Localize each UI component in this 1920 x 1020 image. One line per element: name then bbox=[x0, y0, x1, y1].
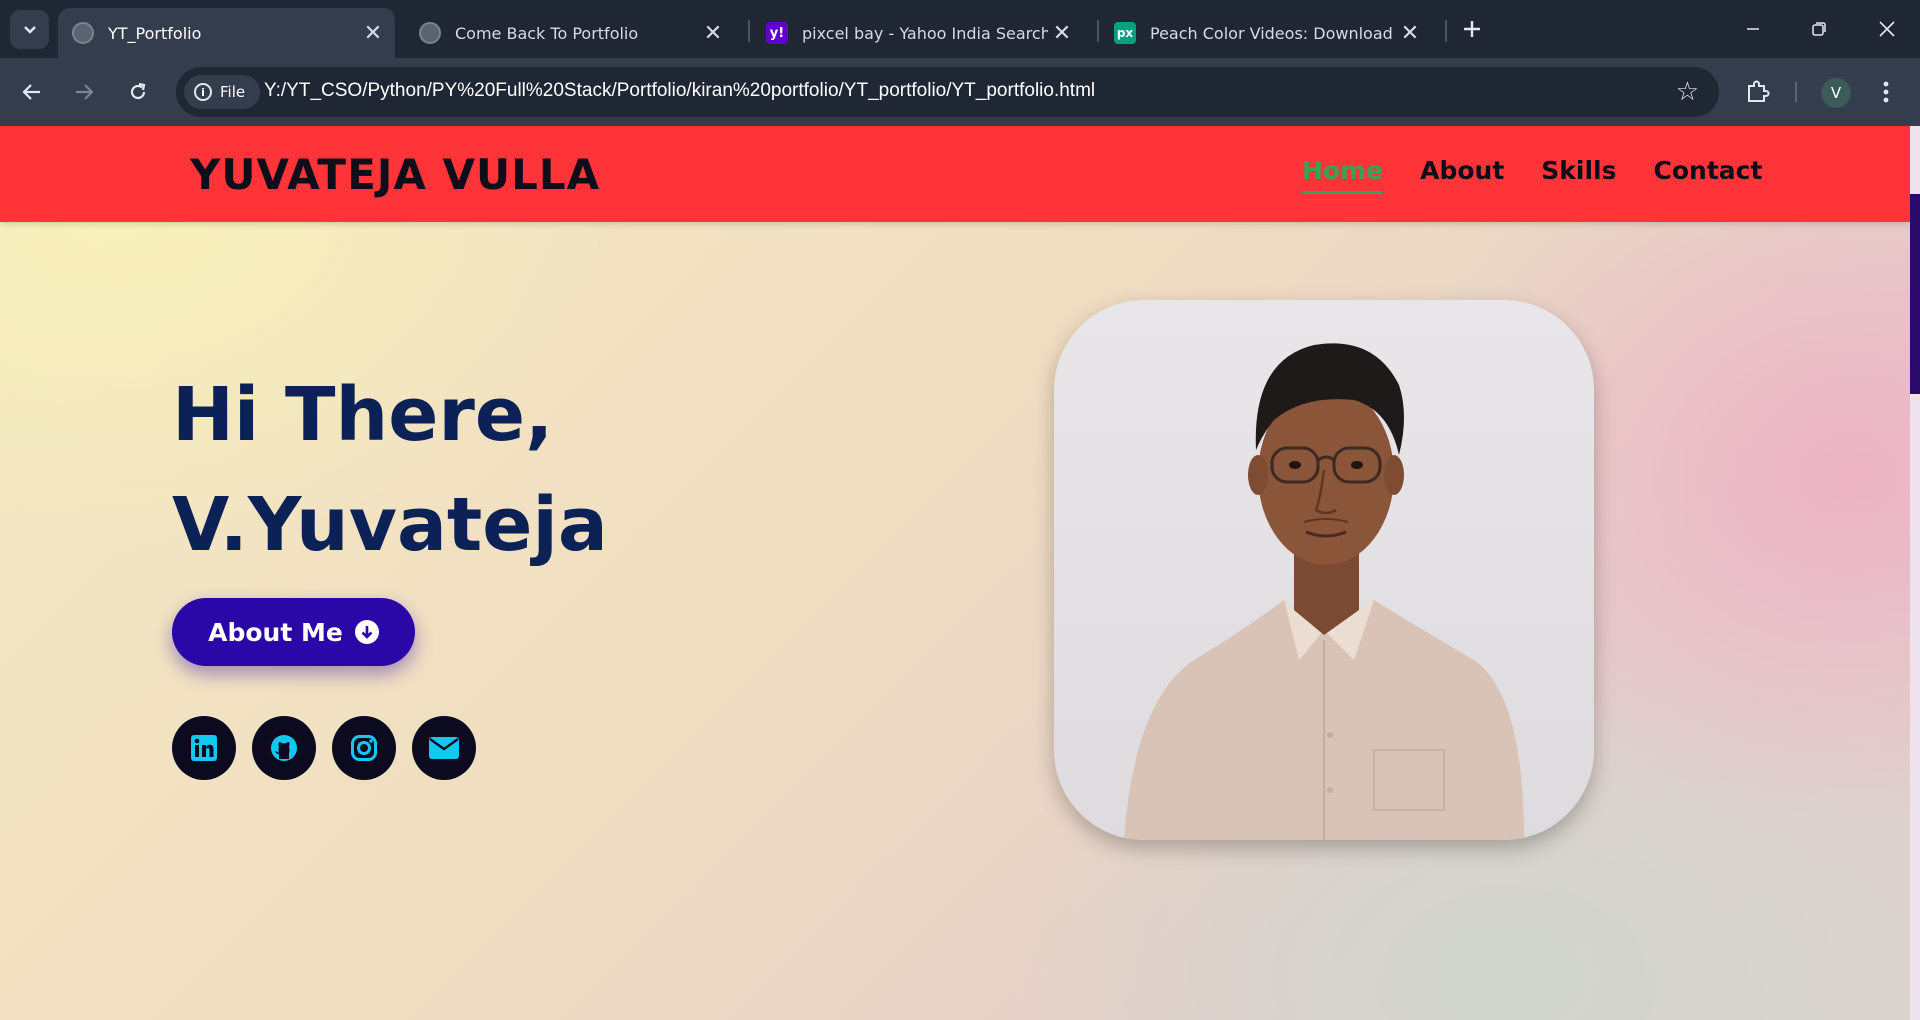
reload-icon bbox=[130, 82, 146, 100]
tab-separator bbox=[748, 20, 750, 42]
site-header: YUVATEJA VULLA Home About Skills Contact bbox=[0, 126, 1910, 222]
nav-about[interactable]: About bbox=[1420, 156, 1504, 194]
forward-button[interactable] bbox=[64, 72, 104, 112]
tab-yt-portfolio[interactable]: YT_Portfolio ✕ bbox=[58, 8, 395, 58]
globe-icon bbox=[72, 22, 94, 44]
plus-icon bbox=[1464, 21, 1480, 37]
arrow-right-icon bbox=[76, 84, 94, 100]
close-icon[interactable]: ✕ bbox=[1048, 19, 1076, 47]
linkedin-icon bbox=[191, 735, 217, 761]
arrow-left-icon bbox=[22, 84, 40, 100]
close-icon bbox=[1879, 21, 1895, 37]
url-text[interactable]: Y:/YT_CSO/Python/PY%20Full%20Stack/Portf… bbox=[264, 80, 1095, 102]
site-nav: Home About Skills Contact bbox=[1302, 156, 1762, 194]
file-label: File bbox=[220, 83, 246, 101]
site-info-chip[interactable]: i File bbox=[184, 75, 260, 109]
about-me-button[interactable]: About Me bbox=[172, 598, 415, 666]
extensions-button[interactable] bbox=[1742, 74, 1774, 108]
close-icon[interactable]: ✕ bbox=[359, 19, 387, 47]
close-icon[interactable]: ✕ bbox=[699, 19, 727, 47]
minimize-button[interactable] bbox=[1728, 6, 1778, 52]
tab-peach-color-videos[interactable]: px Peach Color Videos: Download 7,832+ ✕ bbox=[1100, 8, 1432, 58]
bookmark-star-icon[interactable]: ☆ bbox=[1676, 77, 1699, 107]
github-link[interactable] bbox=[252, 716, 316, 780]
mail-link[interactable] bbox=[412, 716, 476, 780]
instagram-icon bbox=[351, 735, 377, 761]
tab-title: Peach Color Videos: Download 7,832+ bbox=[1150, 23, 1396, 43]
restore-button[interactable] bbox=[1794, 6, 1844, 52]
profile-avatar[interactable]: V bbox=[1821, 78, 1851, 108]
tab-separator bbox=[1445, 20, 1447, 42]
hero-greeting: Hi There, bbox=[172, 372, 554, 458]
site-brand[interactable]: YUVATEJA VULLA bbox=[190, 150, 600, 199]
scrollbar-thumb[interactable] bbox=[1910, 194, 1920, 394]
menu-button[interactable] bbox=[1872, 72, 1900, 112]
tab-separator bbox=[1097, 20, 1099, 42]
portrait-image bbox=[1124, 343, 1524, 840]
tab-come-back-to-portfolio[interactable]: Come Back To Portfolio ✕ bbox=[405, 8, 735, 58]
arrow-down-circle-icon bbox=[354, 620, 379, 644]
hero-name: V.Yuvateja bbox=[172, 482, 608, 568]
minimize-icon bbox=[1747, 28, 1759, 30]
tab-title: Come Back To Portfolio bbox=[455, 23, 639, 43]
page-scrollbar[interactable] bbox=[1910, 126, 1920, 1020]
chevron-down-icon bbox=[23, 25, 36, 34]
mail-icon bbox=[429, 737, 459, 759]
nav-home[interactable]: Home bbox=[1302, 156, 1384, 194]
yahoo-icon: y! bbox=[766, 22, 788, 44]
nav-skills[interactable]: Skills bbox=[1541, 156, 1616, 194]
linkedin-link[interactable] bbox=[172, 716, 236, 780]
address-bar[interactable]: i File Y:/YT_CSO/Python/PY%20Full%20Stac… bbox=[176, 67, 1719, 117]
toolbar-separator bbox=[1795, 82, 1797, 102]
kebab-menu-icon bbox=[1883, 81, 1889, 103]
profile-photo bbox=[1054, 300, 1594, 840]
tab-title: pixcel bay - Yahoo India Search Result bbox=[802, 23, 1048, 43]
reload-button[interactable] bbox=[118, 72, 158, 112]
new-tab-button[interactable] bbox=[1456, 13, 1488, 45]
about-me-label: About Me bbox=[208, 617, 343, 647]
instagram-link[interactable] bbox=[332, 716, 396, 780]
social-links bbox=[172, 716, 476, 780]
nav-contact[interactable]: Contact bbox=[1654, 156, 1763, 194]
close-window-button[interactable] bbox=[1862, 6, 1912, 52]
info-icon: i bbox=[194, 83, 212, 101]
tab-title: YT_Portfolio bbox=[108, 23, 202, 43]
tab-search-button[interactable] bbox=[10, 10, 49, 49]
globe-icon bbox=[419, 22, 441, 44]
github-icon bbox=[271, 735, 297, 761]
browser-tab-strip: YT_Portfolio ✕ Come Back To Portfolio ✕ … bbox=[0, 0, 1920, 58]
back-button[interactable] bbox=[12, 72, 52, 112]
puzzle-icon bbox=[1748, 80, 1770, 102]
browser-toolbar: i File Y:/YT_CSO/Python/PY%20Full%20Stac… bbox=[0, 58, 1920, 126]
pexels-icon: px bbox=[1114, 22, 1136, 44]
tab-yahoo-search[interactable]: y! pixcel bay - Yahoo India Search Resul… bbox=[752, 8, 1084, 58]
restore-icon bbox=[1812, 22, 1826, 36]
close-icon[interactable]: ✕ bbox=[1396, 19, 1424, 47]
page-viewport: YUVATEJA VULLA Home About Skills Contact… bbox=[0, 126, 1920, 1020]
